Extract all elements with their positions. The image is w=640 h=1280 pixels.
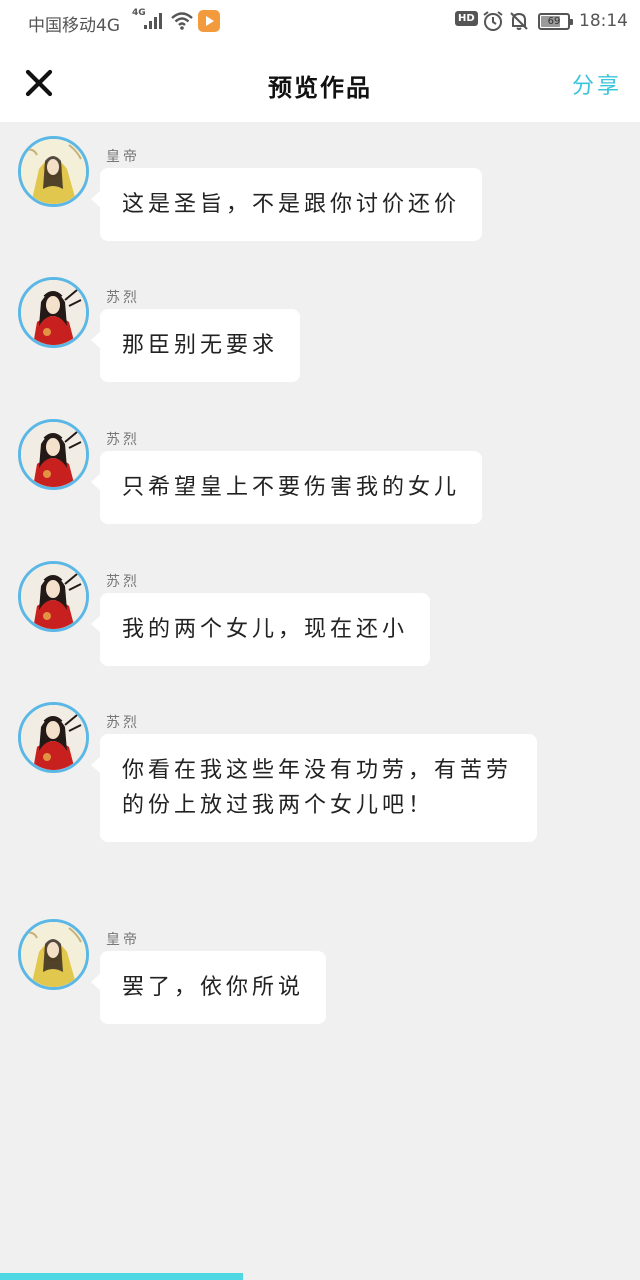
top-navigation-bar: 预览作品 分享 bbox=[0, 44, 640, 122]
message-bubble: 这是圣旨，不是跟你讨价还价 bbox=[90, 168, 483, 241]
mute-bell-icon bbox=[508, 10, 530, 36]
status-bar: 中国移动4G 4G HD 69 18:14 bbox=[0, 0, 640, 44]
sender-name: 苏烈 bbox=[106, 290, 140, 306]
sender-name: 皇帝 bbox=[106, 932, 140, 948]
avatar-red-robe[interactable] bbox=[18, 702, 89, 773]
avatar-red-robe[interactable] bbox=[18, 277, 89, 348]
wifi-icon bbox=[170, 11, 194, 35]
avatar-red-robe[interactable] bbox=[18, 561, 89, 632]
share-button[interactable]: 分享 bbox=[572, 68, 622, 100]
avatar-emperor[interactable] bbox=[18, 136, 89, 207]
message-bubble: 那臣别无要求 bbox=[90, 309, 301, 382]
sender-name: 苏烈 bbox=[106, 432, 140, 448]
avatar-red-robe[interactable] bbox=[18, 419, 89, 490]
signal-icon bbox=[143, 12, 163, 34]
hd-badge: HD bbox=[455, 11, 478, 26]
battery-icon: 69 bbox=[538, 13, 573, 30]
carrier-label: 中国移动4G bbox=[28, 16, 120, 36]
playback-progress-bar bbox=[0, 1273, 244, 1280]
sender-name: 苏烈 bbox=[106, 574, 140, 590]
video-app-icon bbox=[198, 10, 220, 32]
message-bubble: 你看在我这些年没有功劳，有苦劳的份上放过我两个女儿吧！ bbox=[91, 734, 537, 842]
clock: 18:14 bbox=[579, 11, 628, 31]
avatar-emperor[interactable] bbox=[18, 919, 89, 990]
alarm-icon bbox=[482, 10, 504, 36]
battery-level-label: 69 bbox=[547, 16, 561, 27]
page-title: 预览作品 bbox=[268, 74, 372, 102]
message-bubble: 罢了，依你所说 bbox=[90, 951, 327, 1024]
sender-name: 苏烈 bbox=[106, 715, 140, 731]
message-bubble: 只希望皇上不要伤害我的女儿 bbox=[90, 451, 483, 524]
message-bubble: 我的两个女儿，现在还小 bbox=[90, 593, 431, 666]
sender-name: 皇帝 bbox=[106, 149, 140, 165]
